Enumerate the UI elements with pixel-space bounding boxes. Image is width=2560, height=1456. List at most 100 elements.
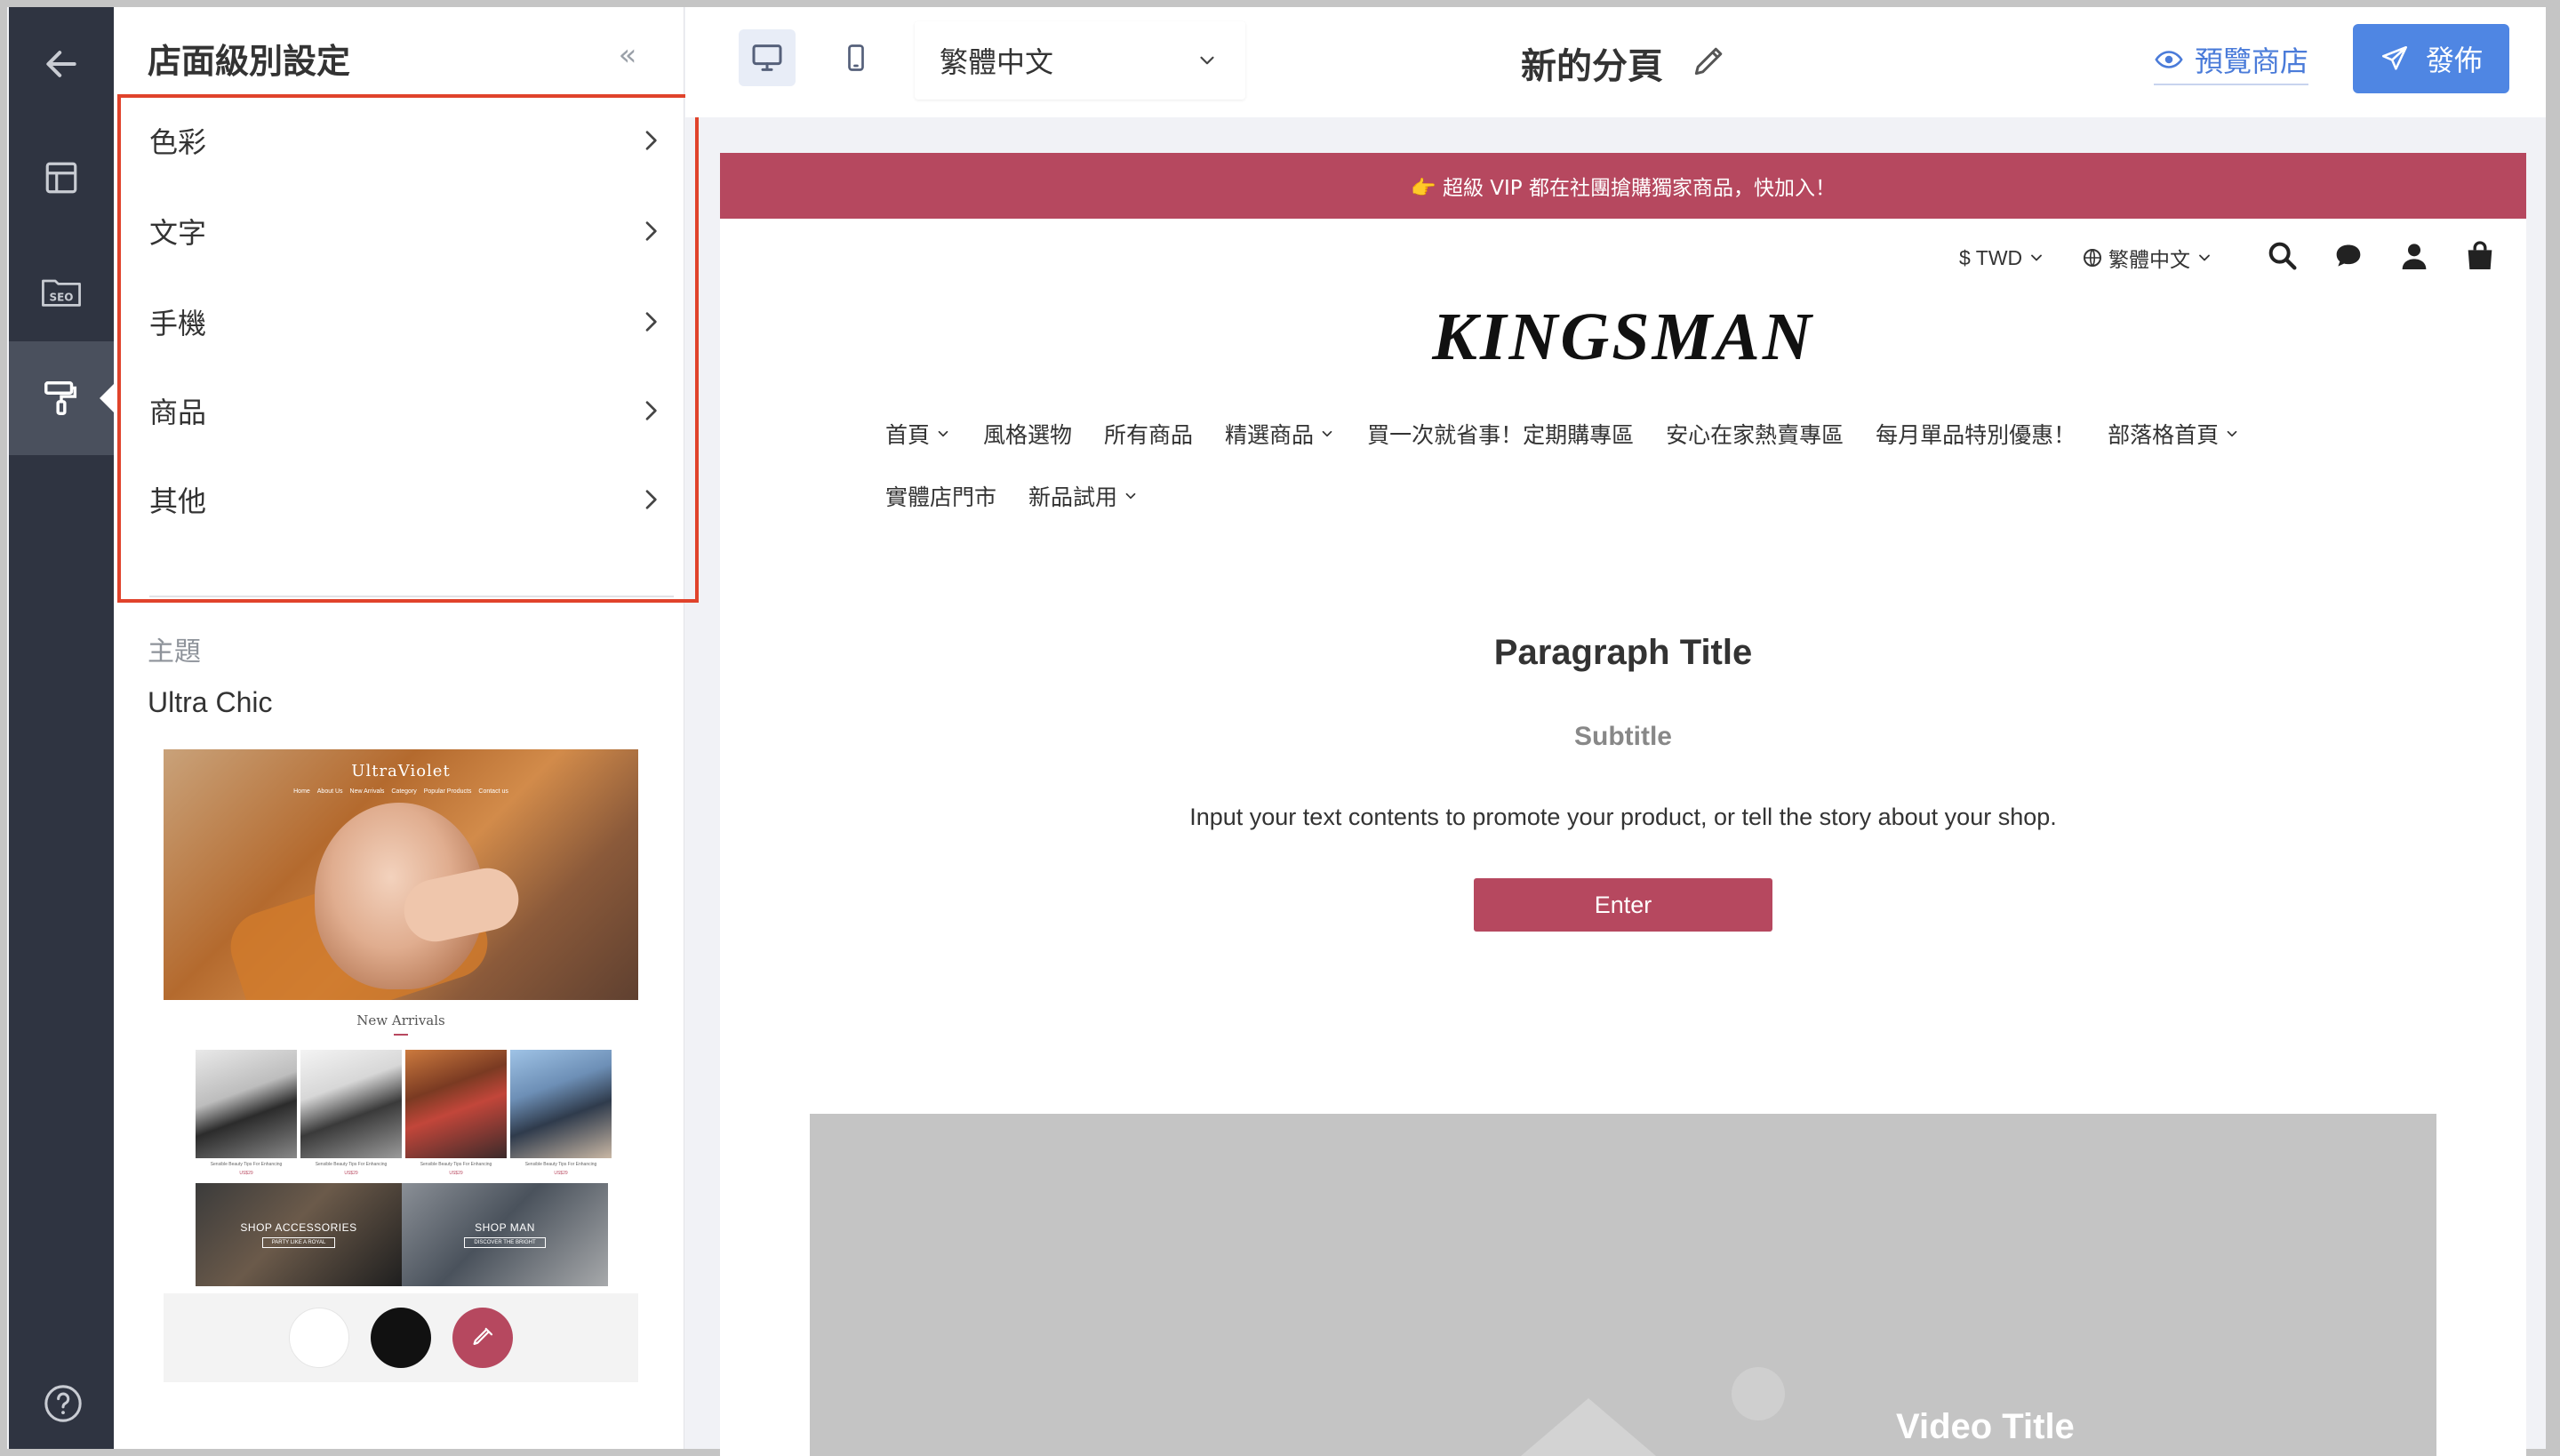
theme-product-caption: Sensible Beauty Tips For Enhancing [210,1162,283,1167]
nav-item-label: 買一次就省事！定期購專區 [1367,422,1635,448]
storefront-preview: 👉 超級 VIP 都在社團搶購獨家商品，快加入！ $ TWD 繁體中文 KING… [720,153,2526,1456]
theme-nav-item: New Arrivals [349,788,385,795]
nav-item-monthly-deals[interactable]: 每月單品特別優惠！ [1876,418,2076,450]
theme-preview[interactable]: UltraViolet Home About Us New Arrivals C… [164,749,638,1382]
theme-nav-item: Contact us [478,788,508,795]
preview-store-label: 預覽商店 [2195,44,2309,78]
swatch-picker[interactable] [452,1308,513,1368]
mobile-view-button[interactable] [828,29,884,86]
store-logo[interactable]: KINGSMAN [720,299,2526,376]
chevron-right-icon [645,221,657,241]
theme-nav-item: About Us [316,788,343,795]
top-toolbar: 繁體中文 新的分頁 預覽商店 發佈 [685,7,2546,117]
theme-product-price: US$29 [449,1171,463,1176]
settings-menu: 色彩 文字 手機 商品 其他 [117,94,699,603]
menu-item-label: 色彩 [149,125,207,159]
currency-select[interactable]: $ TWD [1959,238,2045,277]
chevron-down-icon [1322,430,1332,437]
pencil-icon[interactable] [1690,41,1729,80]
theme-nav-item: Popular Products [423,788,472,795]
theme-product-caption: Sensible Beauty Tips For Enhancing [524,1162,597,1167]
paragraph-body: Input your text contents to promote your… [1189,804,2057,830]
nav-item-new-trial[interactable]: 新品試用 [1028,480,1139,512]
chevron-down-icon [2227,430,2237,437]
currency-select-value-wrap: $ TWD [1959,246,2045,270]
video-title: Video Title [1896,1407,2075,1446]
chevron-down-icon [1200,56,1214,65]
theme-preview-logo: UltraViolet [351,762,451,780]
nav-item-label: 新品試用 [1028,484,1118,510]
chevron-right-icon [645,401,657,420]
nav-item-label: 每月單品特別優惠！ [1876,422,2076,448]
theme-product-image [510,1050,612,1158]
paragraph-subtitle: Subtitle [1574,722,1672,751]
nav-item-subscription[interactable]: 買一次就省事！定期購專區 [1367,418,1634,450]
nav-item-all-products[interactable]: 所有商品 [1104,418,1193,450]
theme-nav-item: Home [293,788,310,795]
layout-button[interactable] [9,121,114,235]
menu-item-other[interactable]: 其他 [149,457,665,542]
seo-icon: SEO [42,279,81,307]
nav-item-blog[interactable]: 部落格首頁 [2108,418,2240,450]
theme-section-label: 主題 [148,636,201,668]
nav-item-hot-sellers[interactable]: 安心在家熱賣專區 [1666,418,1844,450]
settings-panel: 店面級別設定 « 色彩 文字 手機 商品 其他 主題 Ultra Chic Ul… [114,7,699,1449]
eyedropper-icon [473,1327,493,1345]
theme-product-image [196,1050,297,1158]
theme-preview-nav: Home About Us New Arrivals Category Popu… [164,788,638,795]
theme-banner-title: SHOP ACCESSORIES [240,1221,357,1234]
seo-button[interactable]: SEO [9,235,114,348]
announcement-bar[interactable]: 👉 超級 VIP 都在社團搶購獨家商品，快加入！ [720,153,2526,219]
menu-item-colors[interactable]: 色彩 [149,98,665,183]
nav-item-retail-stores[interactable]: 實體店門市 [885,480,996,512]
desktop-view-button[interactable] [739,29,796,86]
menu-item-text[interactable]: 文字 [149,188,665,274]
panel-title: 店面級別設定 [148,42,351,81]
menu-item-products[interactable]: 商品 [149,368,665,453]
currency-select-value: $ TWD [1959,245,2023,269]
store-nav-primary: 首頁 風格選物 所有商品 精選商品 買一次就省事！定期購專區 安心在家熱賣專區 … [885,416,2272,452]
theme-rule [394,1034,408,1036]
shopping-bag-icon[interactable] [2462,238,2498,274]
nav-item-style-picks[interactable]: 風格選物 [983,418,1072,450]
menu-item-label: 商品 [149,396,207,429]
preview-store-link[interactable]: 預覽商店 [2154,39,2309,85]
swatch-black[interactable] [371,1308,431,1368]
theme-new-arrivals: New Arrivals [356,1012,445,1028]
collapse-panel-button[interactable]: « [612,39,644,71]
design-button[interactable] [9,341,116,455]
paper-plane-icon [2381,45,2408,70]
desktop-icon [752,44,782,71]
back-arrow-icon [46,51,76,77]
theme-product-caption: Sensible Beauty Tips For Enhancing [420,1162,492,1167]
store-language-value: 繁體中文 [2108,248,2190,271]
page-name: 新的分頁 [1521,46,1663,87]
publish-button[interactable]: 發佈 [2353,24,2509,93]
color-swatch-bar [164,1293,638,1382]
language-select-value: 繁體中文 [940,45,1054,79]
search-icon[interactable] [2265,238,2300,274]
theme-hero-image: UltraViolet Home About Us New Arrivals C… [164,749,638,1000]
nav-item-home[interactable]: 首頁 [885,418,951,450]
user-icon[interactable] [2396,238,2432,274]
back-button[interactable] [9,7,114,121]
video-block[interactable]: Video Title [810,1114,2436,1456]
nav-item-featured[interactable]: 精選商品 [1225,418,1335,450]
menu-item-mobile[interactable]: 手機 [149,279,665,364]
language-select[interactable]: 繁體中文 [915,21,1245,100]
help-icon [44,1385,82,1422]
enter-button[interactable]: Enter [1474,878,1772,932]
globe-icon [2084,249,2101,267]
theme-product-image [300,1050,402,1158]
menu-item-label: 其他 [149,484,207,518]
video-placeholder-art [1521,1367,1785,1456]
theme-product-price: US$29 [239,1171,253,1176]
swatch-white[interactable] [289,1308,349,1368]
chevron-right-icon [645,131,657,150]
help-button[interactable] [43,1383,84,1424]
mobile-icon [848,44,864,71]
store-language-select[interactable]: 繁體中文 [2082,238,2213,277]
chevron-right-icon [645,312,657,332]
chat-icon[interactable] [2331,238,2366,274]
store-nav-secondary: 實體店門市 新品試用 [885,478,1171,514]
